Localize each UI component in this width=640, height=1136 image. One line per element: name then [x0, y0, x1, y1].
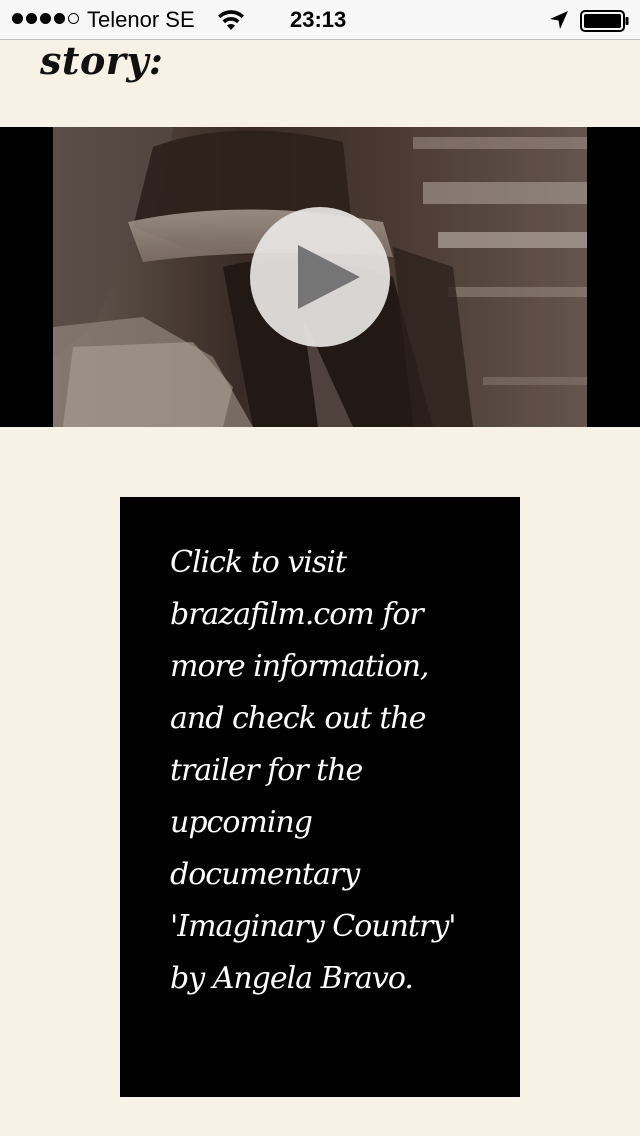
- brazafilm-link-box[interactable]: Click to visit brazafilm.com for more in…: [120, 497, 520, 1097]
- wifi-icon: [218, 10, 244, 30]
- clock-time: 23:13: [290, 7, 347, 32]
- play-icon: [298, 245, 360, 309]
- carrier-name: Telenor SE: [87, 7, 195, 32]
- status-bar: Telenor SE 23:13: [0, 0, 640, 40]
- battery-icon: [580, 10, 629, 32]
- signal-dot: [54, 13, 65, 24]
- video-player[interactable]: [0, 127, 640, 427]
- info-text: Click to visit brazafilm.com for more in…: [170, 545, 457, 996]
- page-title: story:: [40, 38, 164, 83]
- location-arrow-icon: [550, 11, 568, 29]
- signal-dot: [12, 13, 23, 24]
- signal-dot-empty: [68, 13, 79, 24]
- page: Telenor SE 23:13 story: Click to visit b…: [0, 0, 640, 1136]
- signal-icon: [12, 13, 79, 24]
- signal-dot: [40, 13, 51, 24]
- play-button[interactable]: [250, 207, 390, 347]
- signal-dot: [26, 13, 37, 24]
